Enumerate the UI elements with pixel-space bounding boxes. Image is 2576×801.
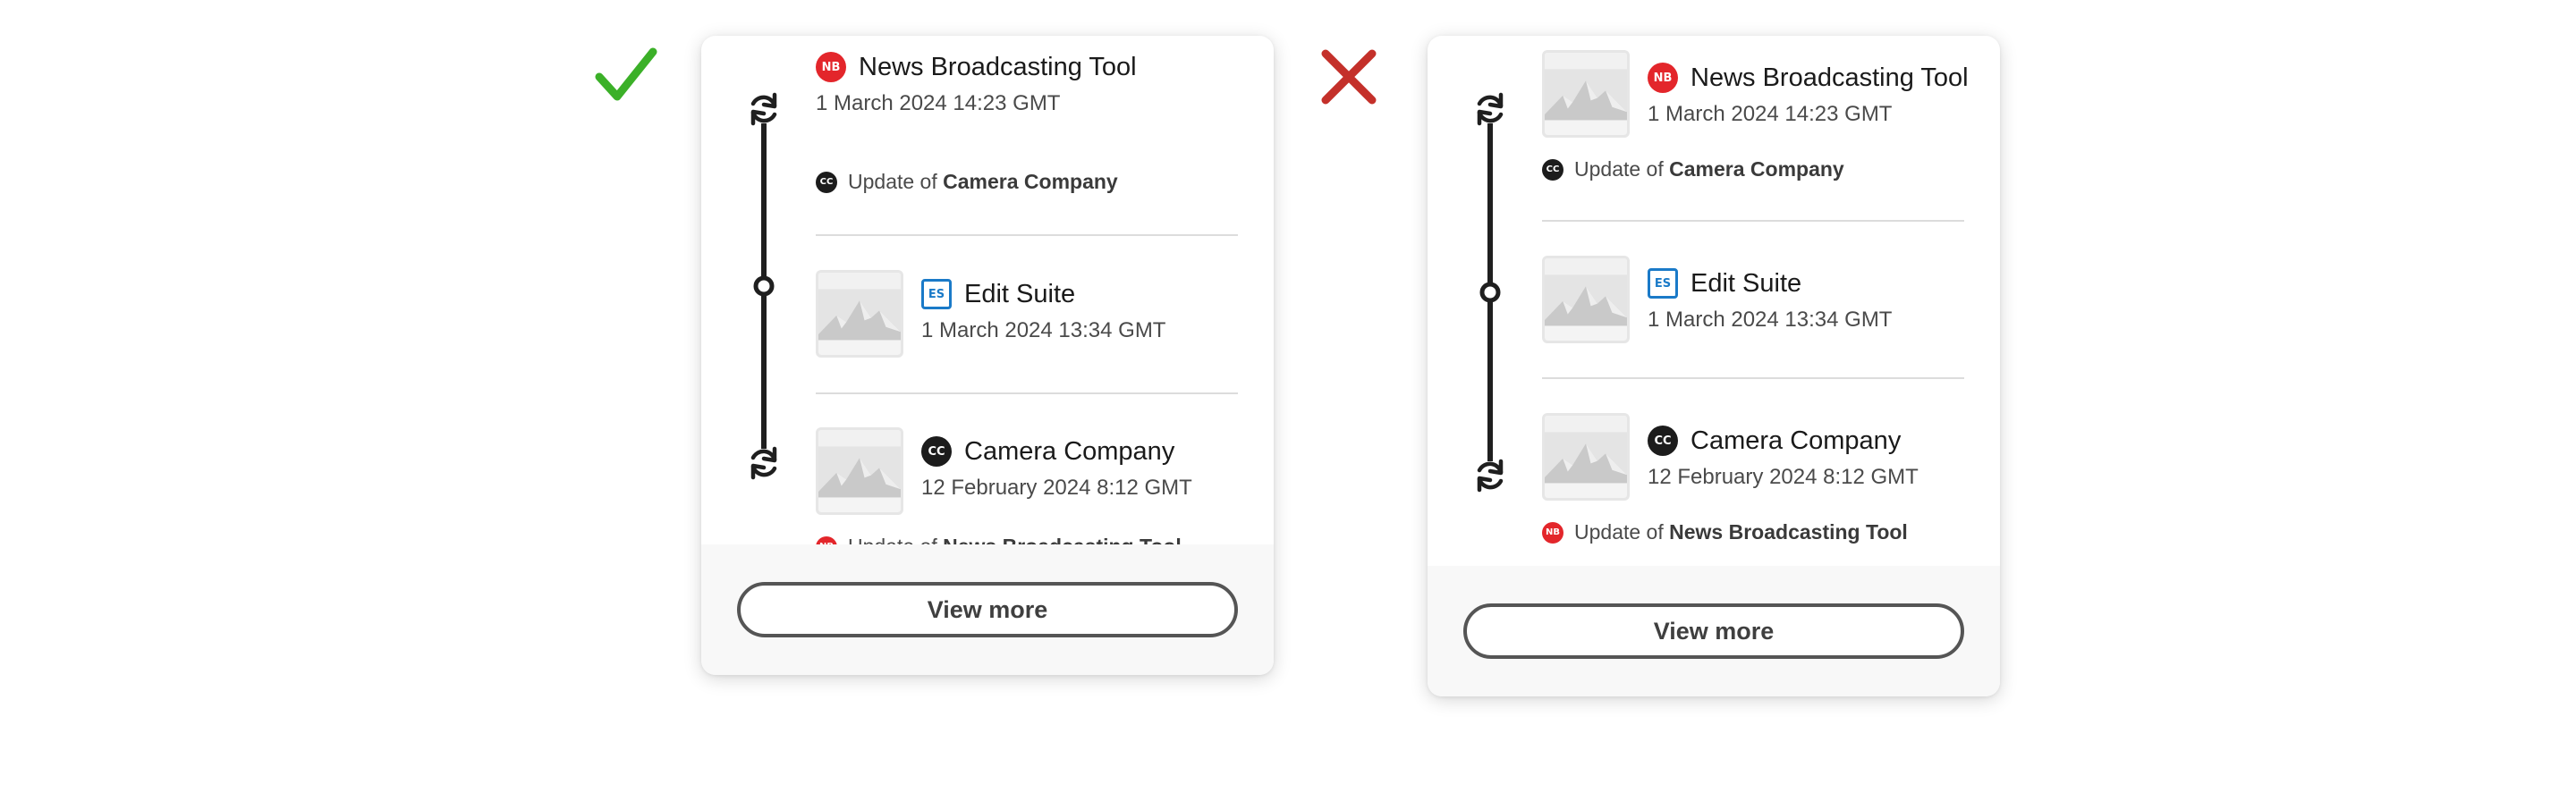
entry-title: News Broadcasting Tool [859, 52, 1137, 81]
entry-title: Edit Suite [964, 279, 1076, 308]
camera-company-icon: CC [1648, 426, 1678, 456]
entry-date: 12 February 2024 8:12 GMT [921, 476, 1192, 500]
news-broadcasting-tool-icon: NB [1648, 63, 1678, 93]
update-of-label: Update of [1574, 520, 1664, 544]
entry-date: 1 March 2024 13:34 GMT [921, 318, 1166, 342]
sync-icon [1470, 456, 1510, 495]
activity-card-incorrect: NB News Broadcasting Tool 1 March 2024 1… [1428, 36, 2000, 696]
sync-icon [744, 89, 784, 129]
thumbnail-image [1542, 413, 1630, 501]
card-footer: View more [701, 544, 1274, 675]
card-footer: View more [1428, 566, 2000, 696]
divider [816, 234, 1238, 236]
thumbnail-image [1542, 50, 1630, 138]
entry-title: Camera Company [1690, 426, 1902, 455]
update-target: Camera Company [943, 170, 1118, 193]
thumbnail-image [816, 270, 903, 358]
divider [1542, 220, 1964, 222]
activity-entry[interactable]: NB News Broadcasting Tool 1 March 2024 1… [816, 52, 1238, 204]
camera-company-icon: CC [816, 171, 837, 193]
sync-icon [744, 443, 784, 483]
cross-mark-icon [1320, 48, 1377, 105]
divider [816, 392, 1238, 394]
timeline-node-icon [753, 275, 775, 297]
entry-title: Camera Company [964, 436, 1175, 466]
entry-date: 1 March 2024 13:34 GMT [1648, 308, 1893, 332]
entry-date: 12 February 2024 8:12 GMT [1648, 465, 1919, 489]
thumbnail-image [1542, 256, 1630, 343]
activity-entry[interactable]: ES Edit Suite 1 March 2024 13:34 GMT [1542, 256, 1964, 349]
check-mark-icon [594, 46, 658, 104]
activity-entry[interactable]: CC Camera Company 12 February 2024 8:12 … [816, 427, 1238, 561]
update-target: Camera Company [1669, 157, 1844, 181]
activity-entry[interactable]: CC Camera Company 12 February 2024 8:12 … [1542, 413, 1964, 556]
thumbnail-image [816, 427, 903, 515]
activity-entry[interactable]: ES Edit Suite 1 March 2024 13:34 GMT [816, 270, 1238, 363]
entry-title: News Broadcasting Tool [1690, 63, 1969, 92]
update-target: News Broadcasting Tool [1669, 520, 1908, 544]
timeline [744, 89, 784, 483]
activity-entry[interactable]: NB News Broadcasting Tool 1 March 2024 1… [1542, 50, 1969, 211]
timeline [1470, 89, 1510, 495]
news-broadcasting-tool-icon: NB [816, 52, 846, 82]
view-more-button[interactable]: View more [737, 582, 1238, 637]
camera-company-icon: CC [921, 436, 952, 467]
edit-suite-icon: ES [921, 279, 952, 309]
update-of-label: Update of [1574, 157, 1664, 181]
divider [1542, 377, 1964, 379]
entry-date: 1 March 2024 14:23 GMT [816, 91, 1061, 115]
edit-suite-icon: ES [1648, 268, 1678, 299]
news-broadcasting-tool-icon: NB [1542, 521, 1563, 544]
activity-card-correct: NB News Broadcasting Tool 1 March 2024 1… [701, 36, 1274, 675]
sync-icon [1470, 89, 1510, 129]
timeline-node-icon [1479, 282, 1501, 303]
camera-company-icon: CC [1542, 158, 1563, 181]
view-more-button[interactable]: View more [1463, 603, 1964, 659]
entry-date: 1 March 2024 14:23 GMT [1648, 102, 1893, 126]
update-of-label: Update of [848, 170, 937, 193]
entry-title: Edit Suite [1690, 268, 1802, 298]
